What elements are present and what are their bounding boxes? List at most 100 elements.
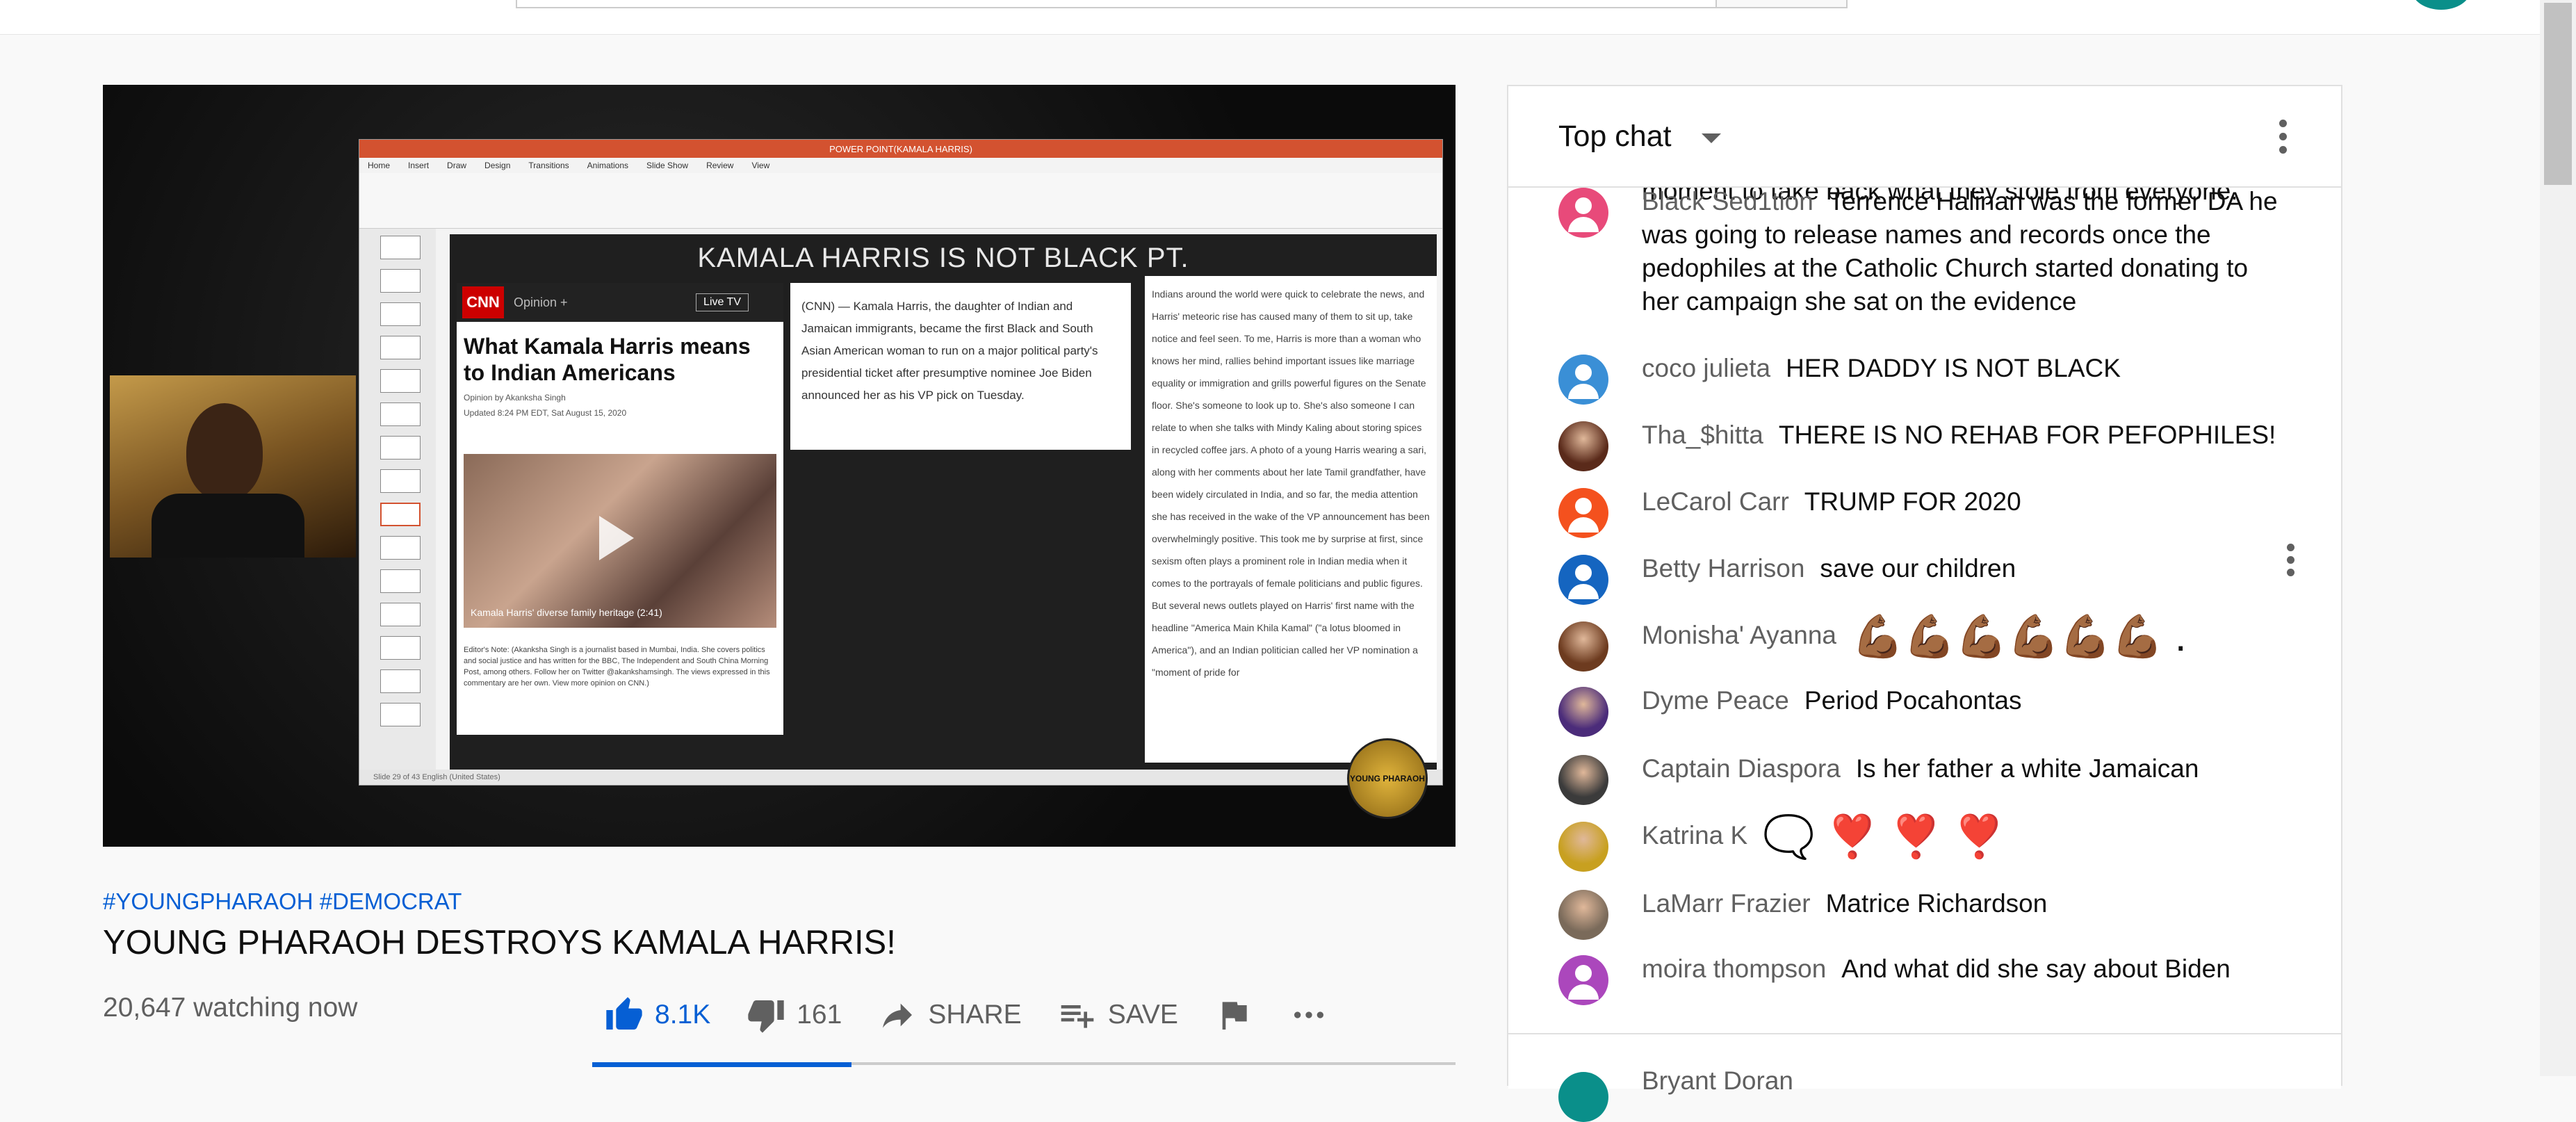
avatar[interactable] (1558, 890, 1608, 940)
thumbs-up-icon (606, 997, 642, 1030)
ribbon-tab: Animations (587, 161, 629, 170)
slide-thumbnail (380, 536, 421, 560)
cnn-header: CNN Opinion + Live TV (457, 283, 783, 322)
video-player[interactable]: POWER POINT(KAMALA HARRIS) Home Insert D… (103, 85, 1456, 847)
avatar[interactable] (1558, 488, 1608, 538)
sentiment-bar-likes (592, 1062, 851, 1067)
ribbon-tab: Slide Show (646, 161, 689, 170)
chevron-down-icon[interactable] (1702, 133, 1721, 143)
presentation-window: POWER POINT(KAMALA HARRIS) Home Insert D… (359, 139, 1443, 786)
avatar[interactable] (1558, 421, 1608, 471)
save-button[interactable]: SAVE (1058, 995, 1178, 1034)
share-button[interactable]: SHARE (878, 995, 1022, 1034)
message-more-icon[interactable] (2285, 544, 2295, 583)
flag-icon (1222, 1002, 1247, 1030)
chat-author[interactable]: Dyme Peace (1642, 686, 1789, 715)
chat-message-body: Black Sed1tion Terrence Halinan was the f… (1642, 188, 2281, 318)
ribbon-tab: Transitions (528, 161, 569, 170)
chat-author[interactable]: moira thompson (1642, 954, 1826, 983)
slide-thumbnail (380, 369, 421, 393)
cnn-headline: What Kamala Harris means to Indian Ameri… (464, 334, 751, 385)
slide-canvas: KAMALA HARRIS IS NOT BLACK PT. CNN Opini… (450, 234, 1437, 770)
person-icon (1575, 498, 1592, 514)
more-actions-button[interactable] (1289, 995, 1328, 1034)
ribbon-tabs: Home Insert Draw Design Transitions Anim… (359, 158, 1442, 173)
slide-thumbnail (380, 636, 421, 660)
chat-message-text: TRUMP FOR 2020 (1804, 487, 2021, 516)
chat-author[interactable]: Captain Diaspora (1642, 754, 1841, 783)
chat-message-body: Monisha' Ayanna 💪🏾💪🏾💪🏾💪🏾💪🏾💪🏾 . (1642, 613, 2281, 660)
viewer-count: 20,647 watching now (103, 993, 358, 1023)
play-icon (599, 516, 634, 560)
avatar[interactable] (1558, 955, 1608, 1005)
chat-author[interactable]: LaMarr Frazier (1642, 889, 1811, 918)
slide-thumbnail-selected (380, 503, 421, 526)
chat-message-text: 💪🏾💪🏾💪🏾💪🏾💪🏾💪🏾 . (1851, 613, 2187, 660)
chat-message-text: And what did she say about Biden (1841, 954, 2231, 983)
search-button[interactable] (1715, 0, 1848, 8)
webcam-overlay (110, 375, 356, 558)
avatar[interactable] (1558, 687, 1608, 737)
top-bar (0, 0, 2576, 35)
slide-thumbnail (380, 302, 421, 326)
cnn-opinion-label: Opinion + (514, 295, 568, 309)
slide-thumbnail (380, 236, 421, 259)
chat-author[interactable]: Katrina K (1642, 821, 1747, 849)
chat-message-list[interactable]: moment to take back what they stole from… (1508, 188, 2341, 1033)
slide-title: KAMALA HARRIS IS NOT BLACK PT. (697, 243, 1189, 273)
chat-author[interactable]: LeCarol Carr (1642, 487, 1789, 516)
article-intro-text: (CNN) — Kamala Harris, the daughter of I… (790, 283, 1131, 450)
chat-message-body: coco julieta HER DADDY IS NOT BLACK (1642, 352, 2281, 385)
video-title: YOUNG PHARAOH DESTROYS KAMALA HARRIS! (103, 924, 896, 961)
dislike-button[interactable]: 161 (747, 995, 842, 1034)
chat-author[interactable]: Monisha' Ayanna (1642, 621, 1836, 649)
chat-message-body: moira thompson And what did she say about… (1642, 952, 2281, 986)
person-icon-body (1568, 217, 1599, 232)
chat-message-body: Betty Harrison save our children (1642, 552, 2281, 585)
avatar[interactable] (1558, 621, 1608, 672)
account-avatar[interactable] (2412, 0, 2470, 10)
avatar[interactable] (1558, 555, 1608, 605)
search-input[interactable] (516, 0, 1717, 8)
cnn-live-tv: Live TV (696, 293, 749, 311)
chat-mode-selector[interactable]: Top chat (1558, 120, 1672, 154)
ribbon-toolbar (359, 173, 1442, 229)
article-body-text: Indians around the world were quick to c… (1145, 276, 1437, 763)
chat-author[interactable]: Betty Harrison (1642, 554, 1804, 583)
chat-footer: Bryant Doran (1508, 1033, 2341, 1122)
avatar[interactable] (1558, 355, 1608, 405)
chat-message-body: Dyme Peace Period Pocahontas (1642, 684, 2281, 717)
like-button[interactable]: 8.1K (605, 995, 710, 1034)
chat-header: Top chat (1508, 86, 2341, 188)
chat-author: Bryant Doran (1642, 1066, 1793, 1095)
cnn-article-card: CNN Opinion + Live TV What Kamala Harris… (457, 283, 783, 735)
cnn-byline: Opinion by Akanksha Singh (464, 393, 566, 403)
slide-thumbnail (380, 403, 421, 426)
ribbon-tab: View (751, 161, 770, 170)
person-icon (1575, 965, 1592, 982)
video-hashtags[interactable]: #YOUNGPHARAOH #DEMOCRAT (103, 888, 462, 915)
ribbon-tab: Design (484, 161, 511, 170)
avatar[interactable] (1558, 755, 1608, 805)
ribbon-tab: Draw (447, 161, 467, 170)
slide-thumbnail (380, 436, 421, 460)
chat-message-text: Period Pocahontas (1804, 686, 2022, 715)
page-scrollbar-thumb[interactable] (2544, 3, 2572, 185)
cnn-photo-caption: Kamala Harris' diverse family heritage (… (471, 607, 662, 618)
person-icon-body (1568, 517, 1599, 532)
person-icon-body (1568, 384, 1599, 399)
ribbon-tab: Insert (408, 161, 430, 170)
slide-thumbnail (380, 669, 421, 693)
slide-thumbnail (380, 603, 421, 626)
chat-author[interactable]: Black Sed1tion (1642, 188, 1813, 216)
chat-author[interactable]: Tha_$hitta (1642, 421, 1763, 449)
avatar (1558, 1072, 1608, 1122)
chat-more-icon[interactable] (2276, 120, 2290, 161)
like-count: 8.1K (655, 1000, 711, 1030)
avatar[interactable] (1558, 188, 1608, 238)
report-button[interactable] (1214, 995, 1253, 1034)
chat-author[interactable]: coco julieta (1642, 354, 1770, 382)
avatar[interactable] (1558, 822, 1608, 872)
playlist-add-icon (1061, 1005, 1094, 1028)
person-icon-body (1568, 984, 1599, 1000)
